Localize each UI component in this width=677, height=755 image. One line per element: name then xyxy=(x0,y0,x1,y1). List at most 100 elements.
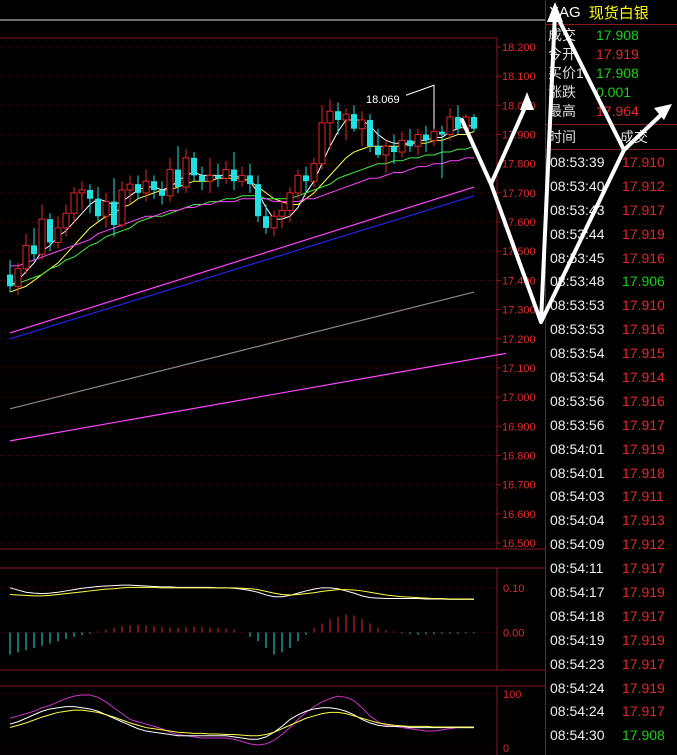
tick-price: 17.908 xyxy=(622,727,665,744)
candle-body xyxy=(238,174,246,182)
macd-tick-label: 0.00 xyxy=(503,627,524,639)
macd-tick-label: 0.10 xyxy=(503,583,524,595)
candle-body xyxy=(126,183,134,191)
quote-value: 0.001 xyxy=(596,83,632,100)
tick-price: 17.912 xyxy=(622,536,665,553)
candle-body xyxy=(7,274,13,287)
tick-price: 17.919 xyxy=(622,631,665,648)
tick-time: 08:54:01 xyxy=(550,440,605,457)
tick-time: 08:54:11 xyxy=(550,560,604,577)
tick-time: 08:54:19 xyxy=(550,631,605,648)
tick-price: 17.917 xyxy=(622,416,665,433)
candle-body xyxy=(375,146,381,155)
price-tick-label: 17.400 xyxy=(502,275,536,287)
tick-price: 17.917 xyxy=(622,201,665,218)
tick-time: 08:53:44 xyxy=(550,225,605,242)
tick-price: 17.919 xyxy=(622,440,665,457)
price-tick-label: 16.500 xyxy=(502,538,536,550)
candle-body xyxy=(342,113,350,121)
tick-time: 08:53:56 xyxy=(550,416,605,433)
tick-row: 08:53:43 17.917 xyxy=(546,198,677,222)
quote-rows: 成交 17.908 今开 17.919 买价1 17.908 涨跌 0.001 最高 17.964 xyxy=(546,25,677,120)
tick-price: 17.917 xyxy=(622,607,665,624)
price-tick-label: 16.600 xyxy=(502,509,536,521)
candle-body xyxy=(462,116,470,130)
price-tick-label: 17.300 xyxy=(502,305,536,317)
price-tick-label: 18.200 xyxy=(502,42,536,54)
trend-line xyxy=(9,186,475,334)
candlestick-chart: 18.200 18.100 18.000 17.900 17.800 17.700 17.6… xyxy=(0,19,545,755)
quote-label: 买价1 xyxy=(548,64,584,81)
tick-time: 08:54:09 xyxy=(550,536,605,553)
tick-price: 17.916 xyxy=(622,249,665,266)
tick-row: 08:53:44 17.919 xyxy=(546,222,677,246)
quote-value: 17.964 xyxy=(596,102,639,119)
price-tick-label: 16.700 xyxy=(502,480,536,492)
tick-row: 08:54:19 17.919 xyxy=(546,628,677,652)
tick-time: 08:54:01 xyxy=(550,464,605,481)
kdj-line xyxy=(9,709,474,737)
tick-price: 17.914 xyxy=(622,368,665,385)
tick-row: 08:53:45 17.916 xyxy=(546,246,677,270)
tick-time: 08:54:17 xyxy=(550,583,605,600)
candle-body xyxy=(247,175,253,185)
tick-time: 08:53:48 xyxy=(550,273,605,290)
tick-time: 08:53:53 xyxy=(550,297,605,314)
tick-row: 08:53:53 17.916 xyxy=(546,317,677,341)
tick-row: 08:53:48 17.906 xyxy=(546,269,677,293)
tick-price: 17.916 xyxy=(622,392,665,409)
tick-price: 17.918 xyxy=(622,464,665,481)
tick-price: 17.919 xyxy=(622,679,665,696)
tick-price: 17.917 xyxy=(622,560,665,577)
candle-body xyxy=(142,180,150,194)
high-annotation-label: 18.069 xyxy=(366,94,400,106)
tick-list[interactable]: 08:53:39 17.910 08:53:40 17.912 08:53:43 17.9… xyxy=(546,150,677,747)
kdj-line xyxy=(9,706,474,740)
tick-row: 08:54:17 17.919 xyxy=(546,580,677,604)
quote-value: 17.908 xyxy=(596,26,639,43)
ticks-time-header: 时间 xyxy=(548,129,576,145)
candle-body xyxy=(95,198,101,217)
tick-time: 08:53:54 xyxy=(550,368,605,385)
price-tick-label: 18.100 xyxy=(502,71,536,83)
price-tick-label: 17.500 xyxy=(502,246,536,258)
tick-time: 08:53:43 xyxy=(550,201,605,218)
tick-row: 08:53:54 17.915 xyxy=(546,341,677,365)
candle-body xyxy=(382,145,390,156)
tick-price: 17.917 xyxy=(622,703,665,720)
ticks-price-header: 成交 xyxy=(620,129,648,145)
tick-time: 08:54:30 xyxy=(550,727,605,744)
tick-row: 08:54:24 17.919 xyxy=(546,676,677,700)
candle-body xyxy=(294,174,302,194)
quote-label: 成交 xyxy=(548,26,576,43)
quote-row: 最高 17.964 xyxy=(546,101,677,120)
candle-body xyxy=(206,174,214,182)
candle-body xyxy=(78,189,86,194)
tick-price: 17.919 xyxy=(622,583,665,600)
quote-value: 17.908 xyxy=(596,64,639,81)
tick-row: 08:54:09 17.912 xyxy=(546,532,677,556)
tick-price: 17.911 xyxy=(622,488,664,505)
tick-row: 08:54:23 17.917 xyxy=(546,652,677,676)
candle-body xyxy=(231,169,237,182)
tick-time: 08:53:40 xyxy=(550,177,605,194)
candle-body xyxy=(118,189,126,226)
candle-body xyxy=(215,175,221,179)
quote-label: 今开 xyxy=(548,45,576,62)
candle-body xyxy=(14,268,22,287)
candle-body xyxy=(391,146,397,153)
candle-body xyxy=(310,163,318,182)
candle-body xyxy=(151,181,157,190)
candle-body xyxy=(318,122,326,165)
tick-row: 08:54:30 17.908 xyxy=(546,723,677,747)
candle-body xyxy=(47,219,53,243)
candle-body xyxy=(358,119,366,130)
tick-time: 08:54:24 xyxy=(550,703,605,720)
tick-row: 08:53:53 17.910 xyxy=(546,293,677,317)
tick-row: 08:54:18 17.917 xyxy=(546,604,677,628)
trend-line xyxy=(9,291,475,410)
candle-body xyxy=(175,169,181,188)
tick-price: 17.912 xyxy=(622,177,665,194)
quote-header: XAG 现货白银 xyxy=(546,0,677,25)
tick-price: 17.906 xyxy=(622,273,665,290)
